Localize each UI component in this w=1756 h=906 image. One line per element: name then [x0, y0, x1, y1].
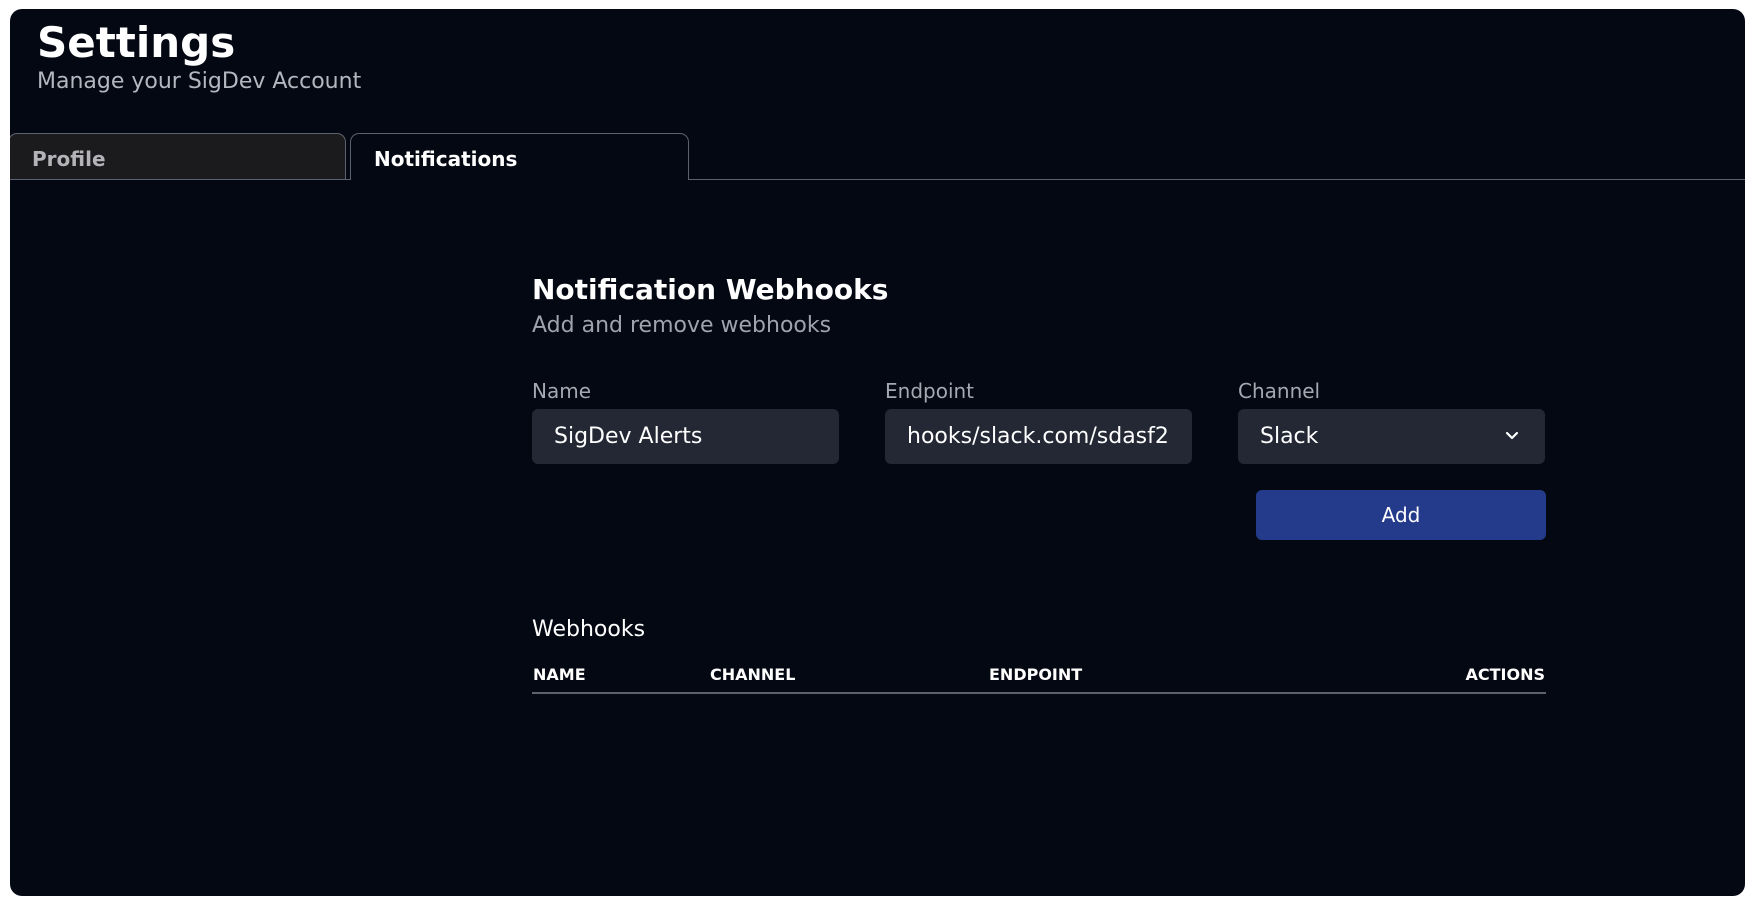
tab-bar: Profile Notifications — [10, 133, 1745, 180]
section-title: Notification Webhooks — [532, 273, 889, 306]
tab-notifications[interactable]: Notifications — [350, 133, 689, 180]
section-subtitle: Add and remove webhooks — [532, 313, 832, 338]
channel-label: Channel — [1238, 379, 1321, 403]
column-header-endpoint: ENDPOINT — [989, 665, 1083, 684]
settings-window: Settings Manage your SigDev Account Prof… — [10, 9, 1745, 896]
name-label: Name — [532, 379, 592, 403]
endpoint-label: Endpoint — [885, 379, 975, 403]
channel-select-value: Slack — [1260, 424, 1319, 449]
endpoint-input[interactable] — [885, 409, 1192, 464]
name-input[interactable] — [532, 409, 839, 464]
chevron-down-icon — [1505, 431, 1519, 440]
webhooks-table-header: NAME CHANNEL ENDPOINT ACTIONS — [532, 660, 1546, 694]
channel-select[interactable]: Slack — [1238, 409, 1545, 464]
page-title: Settings — [37, 18, 236, 67]
tab-profile[interactable]: Profile — [10, 133, 346, 179]
column-header-name: NAME — [533, 665, 586, 684]
add-button[interactable]: Add — [1256, 490, 1546, 540]
webhooks-heading: Webhooks — [532, 617, 646, 642]
page-subtitle: Manage your SigDev Account — [37, 69, 362, 94]
column-header-actions: ACTIONS — [1465, 665, 1545, 684]
column-header-channel: CHANNEL — [710, 665, 796, 684]
